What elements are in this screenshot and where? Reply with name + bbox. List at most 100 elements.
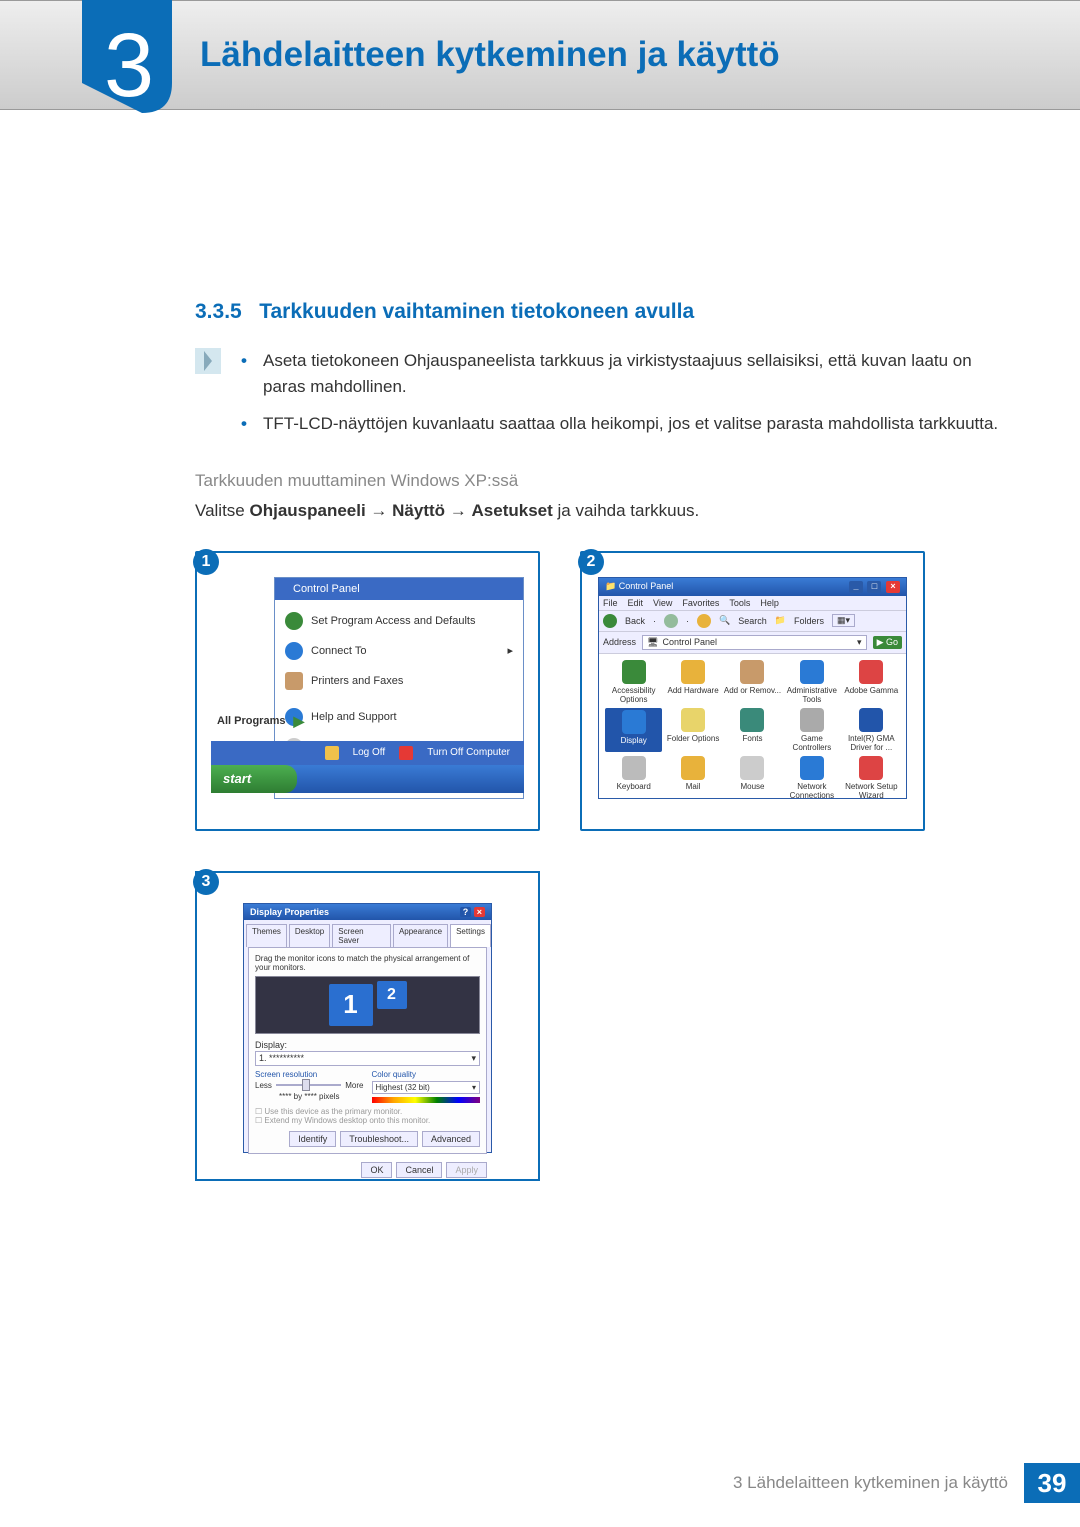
- search-icon[interactable]: 🔍: [719, 615, 730, 626]
- mouse-icon: [740, 756, 764, 780]
- chevron-right-icon: ▶: [293, 713, 304, 730]
- game-icon: [800, 708, 824, 732]
- views-button[interactable]: ▦▾: [832, 614, 855, 627]
- shield-icon: [285, 612, 303, 630]
- color-bar: [372, 1097, 481, 1103]
- logoff-button[interactable]: Log Off: [353, 747, 386, 758]
- tab-settings[interactable]: Settings: [450, 924, 491, 947]
- keyboard-icon: [622, 756, 646, 780]
- troubleshoot-button[interactable]: Troubleshoot...: [340, 1131, 418, 1147]
- window-title-bar: Display Properties ? ×: [244, 904, 491, 920]
- control-panel-window: 📁 Control Panel _ □ × File Edit View Fav…: [598, 577, 907, 799]
- ok-button[interactable]: OK: [361, 1162, 392, 1178]
- taskbar: start: [211, 765, 524, 793]
- window-buttons: ? ×: [460, 907, 485, 917]
- cp-mail[interactable]: Mail: [664, 756, 721, 800]
- menu-help[interactable]: Help and Support: [275, 702, 523, 732]
- monitor-1[interactable]: 1: [329, 984, 373, 1026]
- back-icon[interactable]: [603, 614, 617, 628]
- tab-bar: Themes Desktop Screen Saver Appearance S…: [244, 920, 491, 947]
- screenshot-row-2: 3 Display Properties ? × Themes Desktop …: [195, 871, 1000, 1181]
- tab-desktop[interactable]: Desktop: [289, 924, 330, 947]
- cp-accessibility[interactable]: Accessibility Options: [605, 660, 662, 704]
- start-button[interactable]: start: [211, 765, 297, 793]
- toolbar: Back · · 🔍Search 📁Folders ▦▾: [599, 611, 906, 632]
- menu-printers[interactable]: Printers and Faxes: [275, 666, 523, 696]
- menu-tools[interactable]: Tools: [729, 598, 750, 608]
- identify-button[interactable]: Identify: [289, 1131, 336, 1147]
- subheading: Tarkkuuden muuttaminen Windows XP:ssä: [195, 471, 1000, 491]
- address-field[interactable]: 🖥Control Panel▾: [642, 635, 867, 650]
- step-dot-3: 3: [193, 869, 219, 895]
- cp-admin-tools[interactable]: Administrative Tools: [783, 660, 840, 704]
- cp-add-hardware[interactable]: Add Hardware: [664, 660, 721, 704]
- all-programs[interactable]: All Programs▶: [217, 713, 304, 730]
- monitor-2[interactable]: 2: [377, 981, 407, 1009]
- menu-set-program[interactable]: Set Program Access and Defaults: [275, 606, 523, 636]
- menu-file[interactable]: File: [603, 598, 618, 608]
- monitor-area[interactable]: 1 2: [255, 976, 480, 1034]
- tab-appearance[interactable]: Appearance: [393, 924, 448, 947]
- close-button[interactable]: ×: [886, 581, 900, 593]
- turnoff-button[interactable]: Turn Off Computer: [427, 747, 510, 758]
- control-panel-grid: Accessibility Options Add Hardware Add o…: [599, 654, 906, 806]
- menu-help[interactable]: Help: [760, 598, 779, 608]
- cp-folder-options[interactable]: Folder Options: [664, 708, 721, 752]
- cp-add-remove[interactable]: Add or Remov...: [724, 660, 781, 704]
- primary-monitor-checkbox[interactable]: ☐ Use this device as the primary monitor…: [255, 1107, 480, 1116]
- advanced-button[interactable]: Advanced: [422, 1131, 480, 1147]
- menu-favorites[interactable]: Favorites: [682, 598, 719, 608]
- footer-text: 3 Lähdelaitteen kytkeminen ja käyttö: [733, 1473, 1024, 1493]
- extend-desktop-checkbox[interactable]: ☐ Extend my Windows desktop onto this mo…: [255, 1116, 480, 1125]
- window-title-bar: 📁 Control Panel _ □ ×: [599, 578, 906, 596]
- logoff-bar: Log Off Turn Off Computer: [211, 741, 524, 765]
- cp-display[interactable]: Display: [605, 708, 662, 752]
- resolution-group: Screen resolution Less More **** by ****…: [255, 1070, 364, 1103]
- display-select: Display: 1. **********▾: [255, 1040, 480, 1066]
- close-button[interactable]: ×: [474, 907, 485, 917]
- section-title: 3.3.5 Tarkkuuden vaihtaminen tietokoneen…: [195, 300, 1000, 324]
- tab-themes[interactable]: Themes: [246, 924, 287, 947]
- cp-fonts[interactable]: Fonts: [724, 708, 781, 752]
- go-button[interactable]: ▶ Go: [873, 636, 902, 649]
- menu-connect-to[interactable]: Connect To▸: [275, 636, 523, 666]
- menu-view[interactable]: View: [653, 598, 672, 608]
- screenshot-1: 1 Control Panel Set Program Access and D…: [195, 551, 540, 831]
- chapter-header: 3 Lähdelaitteen kytkeminen ja käyttö: [0, 0, 1080, 110]
- programs-icon: [740, 660, 764, 684]
- cancel-button[interactable]: Cancel: [396, 1162, 442, 1178]
- settings-body: Drag the monitor icons to match the phys…: [248, 947, 487, 1154]
- network-icon: [800, 756, 824, 780]
- cp-intel-gma[interactable]: Intel(R) GMA Driver for ...: [843, 708, 900, 752]
- maximize-button[interactable]: □: [867, 581, 881, 593]
- wizard-icon: [859, 756, 883, 780]
- cp-adobe-gamma[interactable]: Adobe Gamma: [843, 660, 900, 704]
- slider-track: [276, 1084, 341, 1086]
- hardware-icon: [681, 660, 705, 684]
- resolution-slider[interactable]: Less More: [255, 1081, 364, 1090]
- window-buttons: _ □ ×: [847, 581, 900, 593]
- apply-button[interactable]: Apply: [446, 1162, 487, 1178]
- menu-edit[interactable]: Edit: [628, 598, 644, 608]
- color-quality-dropdown[interactable]: Highest (32 bit)▾: [372, 1081, 481, 1094]
- help-button[interactable]: ?: [460, 907, 472, 917]
- cp-network-connections[interactable]: Network Connections: [783, 756, 840, 800]
- note-icon: [195, 348, 221, 374]
- slider-thumb[interactable]: [302, 1079, 310, 1091]
- intel-icon: [859, 708, 883, 732]
- control-panel-row[interactable]: Control Panel: [275, 578, 523, 600]
- cp-mouse[interactable]: Mouse: [724, 756, 781, 800]
- tab-screensaver[interactable]: Screen Saver: [332, 924, 391, 947]
- display-dropdown[interactable]: 1. **********▾: [255, 1051, 480, 1066]
- forward-icon[interactable]: [664, 614, 678, 628]
- path-text: Valitse Ohjauspaneeli → Näyttö → Asetuks…: [195, 501, 1000, 521]
- up-icon[interactable]: [697, 614, 711, 628]
- cp-network-setup[interactable]: Network Setup Wizard: [843, 756, 900, 800]
- folders-icon[interactable]: 📁: [775, 615, 786, 626]
- menubar: File Edit View Favorites Tools Help: [599, 596, 906, 611]
- note-bullet: TFT-LCD-näyttöjen kuvanlaatu saattaa oll…: [241, 411, 1000, 437]
- cp-game-controllers[interactable]: Game Controllers: [783, 708, 840, 752]
- folder-icon: 📁 Control Panel: [605, 581, 673, 592]
- minimize-button[interactable]: _: [849, 581, 863, 593]
- cp-keyboard[interactable]: Keyboard: [605, 756, 662, 800]
